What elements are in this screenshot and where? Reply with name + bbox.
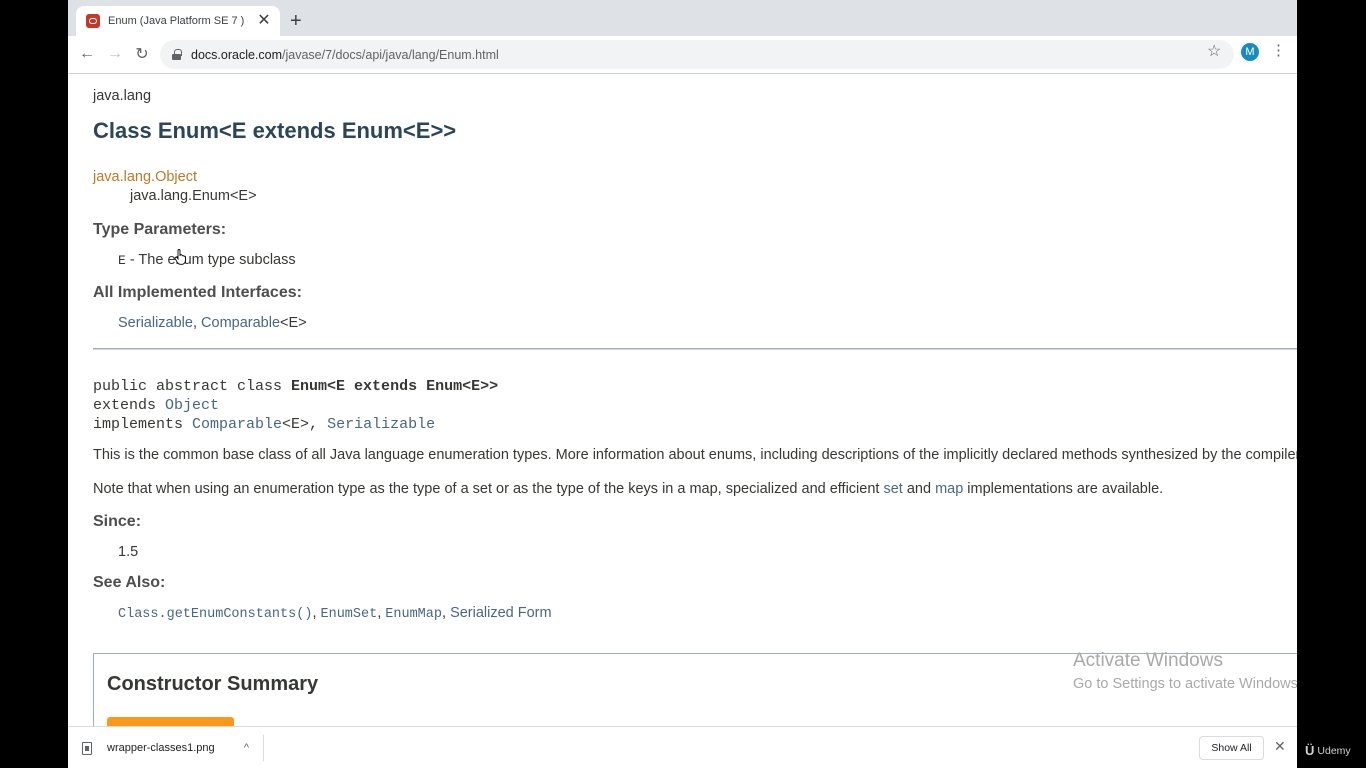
sig-extends: extends (93, 397, 166, 414)
separator: , (442, 605, 451, 621)
note-tail: implementations are available. (963, 481, 1164, 497)
generic-param: <E> (280, 315, 307, 331)
sig-class-name: Enum<E extends Enum<E>> (291, 378, 499, 395)
tab-strip: Enum (Java Platform SE 7 ) ✕ + (68, 0, 1297, 36)
reload-button[interactable]: ↻ (130, 42, 154, 66)
lock-icon[interactable] (172, 49, 182, 60)
tab-title: Enum (Java Platform SE 7 ) (108, 15, 245, 27)
type-params-heading: Type Parameters: (93, 221, 227, 238)
constructor-summary-heading: Constructor Summary (107, 673, 319, 695)
link-enumset[interactable]: EnumSet (321, 607, 378, 622)
interfaces-heading: All Implemented Interfaces: (93, 284, 302, 301)
chevron-up-icon[interactable]: ^ (244, 742, 249, 754)
file-icon (82, 741, 92, 755)
forward-button[interactable]: → (103, 42, 127, 66)
url-path: /javase/7/docs/api/java/lang/Enum.html (282, 47, 499, 62)
see-also-list: Class.getEnumConstants(), EnumSet, EnumM… (118, 605, 552, 622)
interfaces-list: Serializable, Comparable<E> (118, 315, 307, 331)
sig-generic: <E>, (282, 416, 328, 433)
sig-modifiers: public abstract class (93, 378, 292, 395)
link-set[interactable]: set (883, 481, 902, 497)
show-all-button[interactable]: Show All (1199, 736, 1264, 760)
bookmark-star-icon[interactable]: ☆ (1207, 41, 1221, 61)
javadoc-page: java.lang Class Enum<E extends Enum<E>> … (68, 75, 1297, 726)
link-serializable[interactable]: Serializable (118, 315, 193, 331)
note-text: Note that when using an enumeration type… (93, 481, 884, 497)
class-signature: public abstract class Enum<E extends Enu… (93, 377, 498, 434)
download-item[interactable]: wrapper-classes1.png ^ (82, 735, 264, 761)
browser-menu-icon[interactable]: ⋮ (1271, 43, 1286, 58)
watermark-subtitle: Go to Settings to activate Windows. (1073, 676, 1297, 692)
note-paragraph: Note that when using an enumeration type… (93, 481, 1163, 497)
profile-avatar[interactable]: M (1241, 43, 1259, 61)
link-map[interactable]: map (935, 481, 963, 497)
link-sig-comparable[interactable]: Comparable (192, 416, 282, 433)
download-file-name[interactable]: wrapper-classes1.png (107, 742, 244, 754)
inheritance-child: java.lang.Enum<E> (130, 188, 257, 204)
browser-window: Enum (Java Platform SE 7 ) ✕ + ← → ↻ doc… (68, 0, 1297, 768)
type-param-name: E (118, 253, 126, 268)
see-also-heading: See Also: (93, 574, 166, 591)
since-heading: Since: (93, 513, 142, 530)
download-shelf: wrapper-classes1.png ^ Show All ✕ (68, 726, 1297, 768)
back-button[interactable]: ← (75, 42, 99, 66)
oracle-favicon-icon (86, 14, 100, 28)
note-and: and (902, 481, 936, 497)
hand-cursor-icon (174, 249, 186, 265)
link-enummap[interactable]: EnumMap (385, 607, 442, 622)
separator: , (312, 605, 321, 621)
browser-toolbar: ← → ↻ docs.oracle.com/javase/7/docs/api/… (68, 36, 1297, 74)
divider (93, 348, 1297, 350)
link-serialized-form[interactable]: Serialized Form (450, 605, 552, 621)
page-title: Class Enum<E extends Enum<E>> (93, 118, 457, 143)
constructors-tab[interactable] (107, 717, 234, 726)
type-param-desc: - The enum type subclass (125, 252, 296, 268)
url-text[interactable]: docs.oracle.com/javase/7/docs/api/java/l… (191, 48, 499, 62)
link-sig-serializable[interactable]: Serializable (327, 416, 435, 433)
type-param-item: E - The enum type subclass (118, 252, 296, 268)
link-java-lang-object[interactable]: java.lang.Object (93, 169, 197, 185)
tab-enum[interactable]: Enum (Java Platform SE 7 ) ✕ (76, 6, 280, 36)
close-icon[interactable]: ✕ (1274, 739, 1286, 753)
udemy-mark-icon: Ü (1305, 743, 1315, 758)
watermark-title: Activate Windows (1073, 650, 1223, 671)
link-get-enum-constants[interactable]: Class.getEnumConstants() (118, 607, 312, 622)
new-tab-button[interactable]: + (290, 11, 302, 31)
activation-watermark: Activate Windows Go to Settings to activ… (1073, 650, 1297, 692)
separator: , (192, 315, 202, 331)
package-label: java.lang (93, 88, 152, 104)
udemy-logo: Ü Udemy (1305, 743, 1351, 758)
udemy-wordmark: Udemy (1317, 744, 1351, 757)
sig-implements: implements (93, 416, 193, 433)
close-icon[interactable]: ✕ (256, 13, 272, 29)
since-value: 1.5 (118, 544, 139, 560)
address-bar[interactable]: docs.oracle.com/javase/7/docs/api/java/l… (160, 40, 1234, 69)
url-host: docs.oracle.com (191, 47, 283, 62)
link-comparable[interactable]: Comparable (201, 315, 280, 331)
link-object[interactable]: Object (165, 397, 219, 414)
description-paragraph: This is the common base class of all Jav… (93, 447, 1297, 463)
